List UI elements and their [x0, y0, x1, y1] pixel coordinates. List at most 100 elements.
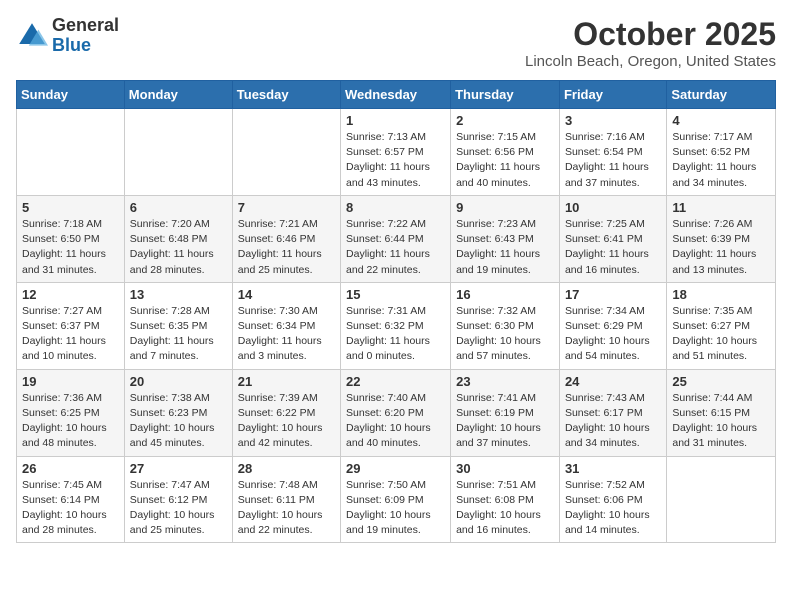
- day-info: Sunrise: 7:32 AM Sunset: 6:30 PM Dayligh…: [456, 304, 554, 365]
- day-number: 25: [672, 374, 770, 389]
- calendar-cell: 15 Sunrise: 7:31 AM Sunset: 6:32 PM Dayli…: [341, 282, 451, 369]
- day-info: Sunrise: 7:18 AM Sunset: 6:50 PM Dayligh…: [22, 217, 119, 278]
- calendar-cell: 8Sunrise: 7:22 AM Sunset: 6:44 PM Daylig…: [341, 195, 451, 282]
- day-info: Sunrise: 7:28 AM Sunset: 6:35 PM Dayligh…: [130, 304, 227, 365]
- logo-blue: Blue: [52, 36, 119, 56]
- day-number: 22: [346, 374, 445, 389]
- day-info: Sunrise: 7:34 AM Sunset: 6:29 PM Dayligh…: [565, 304, 661, 365]
- calendar-cell: 22 Sunrise: 7:40 AM Sunset: 6:20 PM Dayli…: [341, 369, 451, 456]
- day-info: Sunrise: 7:40 AM Sunset: 6:20 PM Dayligh…: [346, 391, 445, 452]
- day-number: 26: [22, 461, 119, 476]
- day-number: 10: [565, 200, 661, 215]
- day-number: 15: [346, 287, 445, 302]
- day-number: 21: [238, 374, 335, 389]
- page-header: General Blue October 2025 Lincoln Beach,…: [16, 16, 776, 70]
- location: Lincoln Beach, Oregon, United States: [525, 53, 776, 70]
- calendar-cell: 1 Sunrise: 7:13 AM Sunset: 6:57 PM Daylig…: [341, 109, 451, 196]
- calendar-cell: 18Sunrise: 7:35 AM Sunset: 6:27 PM Dayli…: [667, 282, 776, 369]
- day-number: 13: [130, 287, 227, 302]
- day-info: Sunrise: 7:20 AM Sunset: 6:48 PM Dayligh…: [130, 217, 227, 278]
- header-day-sunday: Sunday: [17, 81, 125, 109]
- header-day-monday: Monday: [124, 81, 232, 109]
- calendar-cell: 10 Sunrise: 7:25 AM Sunset: 6:41 PM Dayli…: [559, 195, 666, 282]
- calendar-cell: 31 Sunrise: 7:52 AM Sunset: 6:06 PM Dayli…: [559, 456, 666, 543]
- day-number: 4: [672, 113, 770, 128]
- day-number: 16: [456, 287, 554, 302]
- calendar-header: SundayMondayTuesdayWednesdayThursdayFrid…: [17, 81, 776, 109]
- day-info: Sunrise: 7:31 AM Sunset: 6:32 PM Dayligh…: [346, 304, 445, 365]
- day-info: Sunrise: 7:15 AM Sunset: 6:56 PM Dayligh…: [456, 130, 554, 191]
- calendar-cell: 23 Sunrise: 7:41 AM Sunset: 6:19 PM Dayli…: [451, 369, 560, 456]
- calendar-cell: [667, 456, 776, 543]
- calendar-cell: 4 Sunrise: 7:17 AM Sunset: 6:52 PM Daylig…: [667, 109, 776, 196]
- calendar-cell: 29 Sunrise: 7:50 AM Sunset: 6:09 PM Dayli…: [341, 456, 451, 543]
- calendar-cell: 30Sunrise: 7:51 AM Sunset: 6:08 PM Dayli…: [451, 456, 560, 543]
- header-day-tuesday: Tuesday: [232, 81, 340, 109]
- day-info: Sunrise: 7:17 AM Sunset: 6:52 PM Dayligh…: [672, 130, 770, 191]
- calendar-cell: 25 Sunrise: 7:44 AM Sunset: 6:15 PM Dayli…: [667, 369, 776, 456]
- calendar-cell: 16 Sunrise: 7:32 AM Sunset: 6:30 PM Dayli…: [451, 282, 560, 369]
- calendar-cell: 13 Sunrise: 7:28 AM Sunset: 6:35 PM Dayli…: [124, 282, 232, 369]
- calendar: SundayMondayTuesdayWednesdayThursdayFrid…: [16, 80, 776, 543]
- day-info: Sunrise: 7:45 AM Sunset: 6:14 PM Dayligh…: [22, 478, 119, 539]
- calendar-cell: 26 Sunrise: 7:45 AM Sunset: 6:14 PM Dayli…: [17, 456, 125, 543]
- day-info: Sunrise: 7:44 AM Sunset: 6:15 PM Dayligh…: [672, 391, 770, 452]
- calendar-week-2: 5 Sunrise: 7:18 AM Sunset: 6:50 PM Daylig…: [17, 195, 776, 282]
- day-number: 24: [565, 374, 661, 389]
- day-info: Sunrise: 7:16 AM Sunset: 6:54 PM Dayligh…: [565, 130, 661, 191]
- day-info: Sunrise: 7:30 AM Sunset: 6:34 PM Dayligh…: [238, 304, 335, 365]
- day-info: Sunrise: 7:38 AM Sunset: 6:23 PM Dayligh…: [130, 391, 227, 452]
- logo: General Blue: [16, 16, 119, 56]
- calendar-cell: 14 Sunrise: 7:30 AM Sunset: 6:34 PM Dayli…: [232, 282, 340, 369]
- logo-general: General: [52, 16, 119, 36]
- calendar-week-3: 12 Sunrise: 7:27 AM Sunset: 6:37 PM Dayli…: [17, 282, 776, 369]
- calendar-cell: 24 Sunrise: 7:43 AM Sunset: 6:17 PM Dayli…: [559, 369, 666, 456]
- calendar-cell: [124, 109, 232, 196]
- day-info: Sunrise: 7:43 AM Sunset: 6:17 PM Dayligh…: [565, 391, 661, 452]
- header-day-thursday: Thursday: [451, 81, 560, 109]
- calendar-cell: [232, 109, 340, 196]
- calendar-week-1: 1 Sunrise: 7:13 AM Sunset: 6:57 PM Daylig…: [17, 109, 776, 196]
- calendar-cell: 5 Sunrise: 7:18 AM Sunset: 6:50 PM Daylig…: [17, 195, 125, 282]
- calendar-cell: 17 Sunrise: 7:34 AM Sunset: 6:29 PM Dayli…: [559, 282, 666, 369]
- day-info: Sunrise: 7:25 AM Sunset: 6:41 PM Dayligh…: [565, 217, 661, 278]
- day-number: 7: [238, 200, 335, 215]
- day-info: Sunrise: 7:21 AM Sunset: 6:46 PM Dayligh…: [238, 217, 335, 278]
- day-number: 9: [456, 200, 554, 215]
- day-number: 2: [456, 113, 554, 128]
- day-number: 8: [346, 200, 445, 215]
- day-number: 27: [130, 461, 227, 476]
- calendar-cell: 9 Sunrise: 7:23 AM Sunset: 6:43 PM Daylig…: [451, 195, 560, 282]
- calendar-week-5: 26 Sunrise: 7:45 AM Sunset: 6:14 PM Dayli…: [17, 456, 776, 543]
- day-info: Sunrise: 7:47 AM Sunset: 6:12 PM Dayligh…: [130, 478, 227, 539]
- day-info: Sunrise: 7:13 AM Sunset: 6:57 PM Dayligh…: [346, 130, 445, 191]
- day-number: 14: [238, 287, 335, 302]
- calendar-cell: [17, 109, 125, 196]
- header-day-friday: Friday: [559, 81, 666, 109]
- calendar-body: 1 Sunrise: 7:13 AM Sunset: 6:57 PM Daylig…: [17, 109, 776, 543]
- calendar-cell: 19Sunrise: 7:36 AM Sunset: 6:25 PM Dayli…: [17, 369, 125, 456]
- day-info: Sunrise: 7:52 AM Sunset: 6:06 PM Dayligh…: [565, 478, 661, 539]
- calendar-cell: 7 Sunrise: 7:21 AM Sunset: 6:46 PM Daylig…: [232, 195, 340, 282]
- logo-icon: [16, 20, 48, 52]
- day-number: 1: [346, 113, 445, 128]
- day-number: 23: [456, 374, 554, 389]
- day-number: 29: [346, 461, 445, 476]
- calendar-cell: 12 Sunrise: 7:27 AM Sunset: 6:37 PM Dayli…: [17, 282, 125, 369]
- day-number: 31: [565, 461, 661, 476]
- header-day-saturday: Saturday: [667, 81, 776, 109]
- day-info: Sunrise: 7:27 AM Sunset: 6:37 PM Dayligh…: [22, 304, 119, 365]
- month-title: October 2025: [525, 16, 776, 53]
- day-number: 17: [565, 287, 661, 302]
- day-number: 18: [672, 287, 770, 302]
- day-number: 12: [22, 287, 119, 302]
- day-number: 5: [22, 200, 119, 215]
- day-info: Sunrise: 7:36 AM Sunset: 6:25 PM Dayligh…: [22, 391, 119, 452]
- day-number: 11: [672, 200, 770, 215]
- day-info: Sunrise: 7:23 AM Sunset: 6:43 PM Dayligh…: [456, 217, 554, 278]
- day-number: 3: [565, 113, 661, 128]
- day-info: Sunrise: 7:41 AM Sunset: 6:19 PM Dayligh…: [456, 391, 554, 452]
- day-info: Sunrise: 7:39 AM Sunset: 6:22 PM Dayligh…: [238, 391, 335, 452]
- day-info: Sunrise: 7:50 AM Sunset: 6:09 PM Dayligh…: [346, 478, 445, 539]
- day-info: Sunrise: 7:51 AM Sunset: 6:08 PM Dayligh…: [456, 478, 554, 539]
